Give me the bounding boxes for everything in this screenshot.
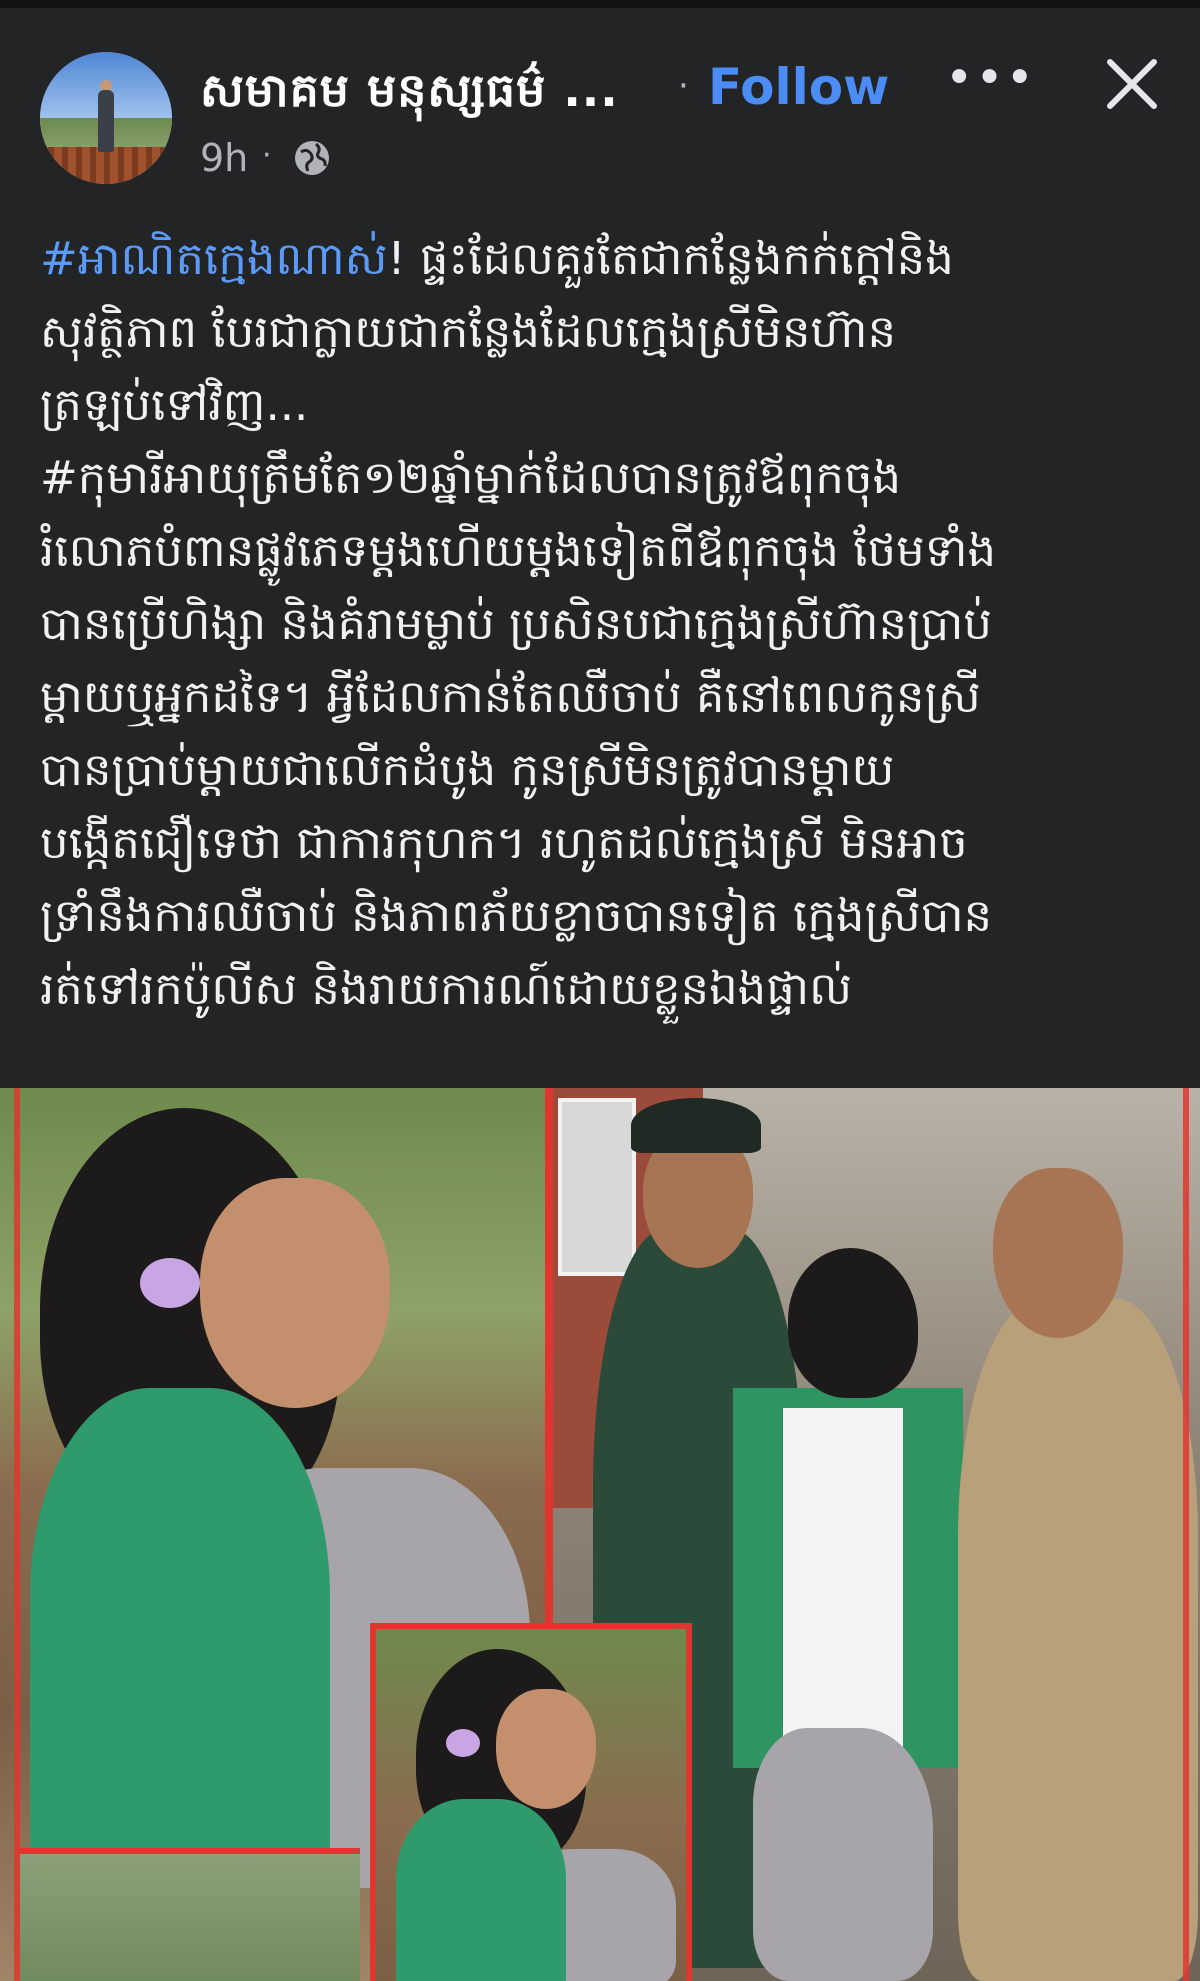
- post-line: #កុមារីអាយុត្រឹមតែ១២ឆ្នាំម្នាក់ដែលបានត្រ…: [40, 451, 902, 504]
- girl-green-top: [30, 1388, 330, 1908]
- post-line: #អាណិតក្មេងណាស់! ផ្ទះដែលគួរតែជាកន្លែងកក់…: [40, 222, 1170, 295]
- girl-face: [200, 1178, 390, 1408]
- inset-girl-face: [496, 1689, 596, 1809]
- post-line: ទ្រាំនឹងការឈឺចាប់ និងភាពភ័យខ្លាចបានទៀត ក…: [40, 889, 993, 942]
- header-separator: ·: [678, 66, 689, 106]
- building-window: [558, 1098, 636, 1276]
- post-line: រំលោភបំពានផ្លូវភេទម្ដងហើយម្ដងទៀតពីឪពុកចុ…: [40, 524, 997, 577]
- girl-grey-pants: [753, 1728, 933, 1981]
- hashtag-link[interactable]: #អាណិតក្មេងណាស់: [40, 232, 388, 285]
- post-image-collage[interactable]: [0, 1088, 1200, 1981]
- globe-icon: [295, 141, 329, 175]
- post-line-text: ! ផ្ទះដែលគួរតែជាកន្លែងកក់ក្ដៅនិង: [387, 232, 954, 285]
- collage-border-right: [1183, 1088, 1189, 1981]
- post-timestamp[interactable]: 9h: [200, 136, 248, 180]
- girl-white-shirt: [783, 1408, 903, 1748]
- girl-hair-2: [788, 1248, 918, 1398]
- post-line: រត់ទៅរកប៉ូលីស និងរាយការណ៍ដោយខ្លួនឯងផ្ទាល…: [40, 962, 852, 1015]
- post-line: ត្រឡប់ទៅវិញ...: [40, 378, 309, 431]
- avatar-railing: [40, 147, 172, 184]
- top-edge: [0, 0, 1200, 8]
- page-avatar[interactable]: [40, 52, 172, 184]
- post-line: សុវត្ថិភាព បែរជាក្លាយជាកន្លែងដែលក្មេងស្រ…: [40, 305, 897, 358]
- collage-inset-photo[interactable]: [370, 1623, 692, 1981]
- officer-cap: [631, 1098, 761, 1153]
- post-body: #អាណិតក្មេងណាស់! ផ្ទះដែលគួរតែជាកន្លែងកក់…: [40, 222, 1170, 1025]
- inset-girl-top: [396, 1799, 566, 1981]
- post-line: បានប្រើហិង្សា និងគំរាមម្លាប់ ប្រសិនបជាក្…: [40, 597, 992, 650]
- avatar-person: [98, 90, 114, 152]
- hair-flower: [140, 1258, 200, 1308]
- post-line: ម្ដាយឬអ្នកដទៃ។ អ្វីដែលកាន់តែឈឺចាប់ គឺនៅព…: [40, 670, 981, 723]
- post-line: បង្កើតជឿទេថា ជាការកុហក។ រហូតដល់ក្មេងស្រី…: [40, 816, 968, 869]
- inset-hair-flower: [446, 1729, 480, 1757]
- post-screen: សមាគម មនុស្សធម៌ ... · Follow ••• 9h · #អ…: [0, 0, 1200, 1981]
- page-name[interactable]: សមាគម មនុស្សធម៌ ...: [200, 62, 619, 129]
- close-icon[interactable]: [1100, 52, 1164, 116]
- more-options-button[interactable]: •••: [945, 50, 1036, 106]
- timestamp-separator: ·: [262, 138, 272, 173]
- senior-officer-face: [993, 1168, 1123, 1338]
- officer-khaki-uniform: [958, 1298, 1198, 1981]
- follow-button[interactable]: Follow: [708, 58, 889, 116]
- post-line: បានប្រាប់ម្ដាយជាលើកដំបូង កូនស្រីមិនត្រូវ…: [40, 743, 895, 796]
- collage-lower-thumbnail[interactable]: [20, 1848, 360, 1981]
